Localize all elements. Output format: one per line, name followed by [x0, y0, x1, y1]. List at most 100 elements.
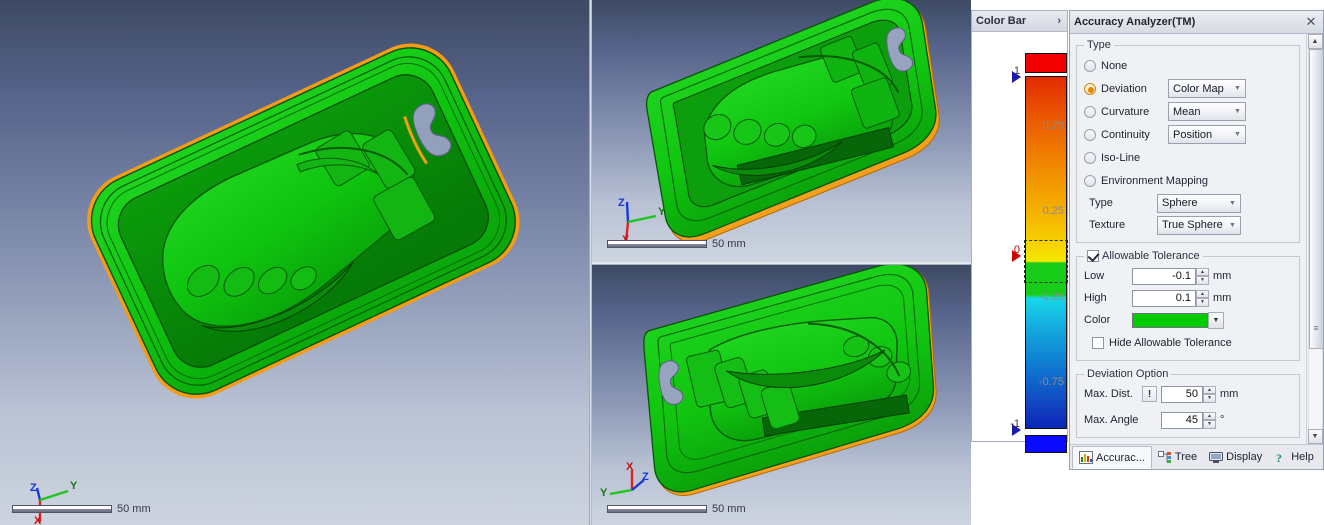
radio-environment-mapping-label: Environment Mapping [1101, 174, 1209, 187]
accuracy-analyzer-titlebar[interactable]: Accuracy Analyzer(TM) ✕ [1070, 11, 1323, 34]
max-dist-input[interactable]: 50 [1161, 385, 1203, 403]
radio-row-none[interactable]: None [1084, 54, 1292, 77]
tab-display[interactable]: Display [1203, 445, 1268, 469]
chevron-down-icon: ▼ [1234, 131, 1241, 138]
type-group-legend: Type [1087, 39, 1111, 51]
scale-bar-graphic [12, 505, 112, 513]
deviation-mode-value: Color Map [1173, 82, 1224, 95]
color-bar-tick-neg025: -0.25 [1038, 291, 1064, 303]
row-max-dist: Max. Dist. ! 50 ▲ ▼ mm [1084, 383, 1292, 405]
max-dist-stepper[interactable]: ▲ ▼ [1203, 385, 1216, 403]
texture-combo[interactable]: True Sphere ▼ [1157, 215, 1241, 235]
chevron-right-icon[interactable]: › [1055, 15, 1063, 27]
tolerance-high-value: 0.1 [1175, 292, 1191, 304]
color-bar-tick-neg1: -1 [1010, 418, 1020, 430]
radio-curvature-label: Curvature [1101, 105, 1150, 118]
radio-row-isoline[interactable]: Iso-Line [1084, 146, 1292, 169]
application-window: Z Y X 50 mm Z Y X 50 mm X Y Z 50 mm Colo… [0, 0, 1324, 525]
allowable-tolerance-label: Allowable Tolerance [1102, 250, 1200, 262]
tab-tree[interactable]: Tree [1152, 445, 1203, 469]
scale-bar-top-right: 50 mm [607, 238, 746, 250]
scrollbar-track[interactable]: ≡ [1307, 49, 1323, 429]
row-tolerance-color: Color ▼ [1084, 309, 1292, 331]
radio-continuity[interactable] [1084, 128, 1096, 141]
max-dist-unit: mm [1220, 388, 1239, 400]
model-3d-main [87, 43, 520, 399]
color-bar-over-range [1025, 53, 1067, 73]
radio-row-deviation[interactable]: Deviation Color Map ▼ [1084, 77, 1292, 100]
viewport-splitter-horizontal[interactable] [592, 262, 971, 265]
radio-environment-mapping[interactable] [1084, 174, 1096, 187]
radio-deviation[interactable] [1084, 82, 1096, 95]
tab-help[interactable]: ? Help [1268, 445, 1320, 469]
tab-tree-label: Tree [1174, 451, 1198, 463]
tolerance-low-value: -0.1 [1172, 270, 1191, 282]
continuity-mode-combo[interactable]: Position ▼ [1168, 125, 1246, 144]
sphere-type-combo[interactable]: Sphere ▼ [1157, 193, 1241, 213]
svg-text:Y: Y [658, 206, 666, 218]
color-bar-under-range [1025, 435, 1067, 453]
deviation-option-legend: Deviation Option [1087, 368, 1169, 380]
close-icon[interactable]: ✕ [1303, 14, 1319, 30]
scale-bar-main: 50 mm [12, 503, 151, 515]
tab-accuracy[interactable]: Accurac... [1072, 446, 1152, 469]
radio-isoline[interactable] [1084, 151, 1096, 164]
tolerance-color-dropdown[interactable]: ▼ [1208, 311, 1224, 329]
help-icon: ? [1274, 451, 1288, 465]
tolerance-color-label: Color [1084, 314, 1111, 326]
viewport-top-right[interactable]: Z Y X 50 mm [592, 0, 971, 262]
scale-bar-label: 50 mm [712, 503, 746, 515]
row-texture: Texture True Sphere ▼ [1084, 214, 1292, 236]
radio-isoline-label: Iso-Line [1101, 151, 1141, 164]
allowable-tolerance-checkbox[interactable] [1087, 250, 1099, 262]
monitor-icon [1209, 451, 1224, 464]
type-group: Type None Deviation Color Map ▼ Curvatur… [1076, 39, 1300, 243]
row-tolerance-low: Low -0.1 ▲ ▼ mm [1084, 265, 1292, 287]
panel-scrollbar[interactable]: ▲ ≡ ▼ [1306, 34, 1323, 444]
scroll-up-button[interactable]: ▲ [1307, 34, 1323, 49]
scrollbar-thumb[interactable] [1308, 49, 1323, 349]
scale-bar-label: 50 mm [712, 238, 746, 250]
tolerance-high-stepper[interactable]: ▲ ▼ [1196, 289, 1209, 307]
color-bar-titlebar: Color Bar › [972, 11, 1067, 32]
max-dist-warning-icon[interactable]: ! [1142, 386, 1157, 402]
accuracy-analyzer-dialog: Accuracy Analyzer(TM) ✕ Type None Deviat… [1069, 10, 1324, 470]
color-bar-title: Color Bar [976, 15, 1027, 27]
radio-deviation-label: Deviation [1101, 82, 1147, 95]
radio-row-curvature[interactable]: Curvature Mean ▼ [1084, 100, 1292, 123]
radio-none[interactable] [1084, 59, 1096, 72]
max-angle-label: Max. Angle [1084, 414, 1139, 426]
tolerance-color-swatch[interactable] [1132, 312, 1208, 328]
viewport-bottom-right[interactable]: X Y Z 50 mm [592, 265, 971, 525]
allowable-tolerance-group: Allowable Tolerance Low -0.1 ▲▼ mm High [1076, 250, 1300, 361]
tolerance-low-unit: mm [1213, 270, 1232, 282]
tolerance-low-stepper[interactable]: ▲ ▼ [1196, 267, 1209, 285]
color-bar-body[interactable]: 1 0.75 0.25 0 -0.25 -0.75 -1 [972, 32, 1068, 453]
viewport-main[interactable]: Z Y X 50 mm [0, 0, 589, 525]
radio-none-label: None [1101, 59, 1128, 72]
radio-curvature[interactable] [1084, 105, 1096, 118]
curvature-mode-combo[interactable]: Mean ▼ [1168, 102, 1246, 121]
scale-bar-graphic [607, 505, 707, 513]
axis-triad-main: Z Y X [20, 474, 90, 525]
panel-tab-strip: Accurac... Tree Display ? Help [1070, 444, 1323, 469]
tolerance-high-label: High [1084, 292, 1107, 304]
hide-allowable-tolerance-checkbox[interactable] [1092, 336, 1104, 349]
tolerance-low-input[interactable]: -0.1 [1132, 267, 1196, 285]
texture-label: Texture [1089, 219, 1126, 231]
max-angle-stepper[interactable]: ▲ ▼ [1203, 411, 1216, 429]
sphere-type-label: Type [1089, 197, 1113, 209]
radio-continuity-label: Continuity [1101, 128, 1150, 141]
sphere-type-value: Sphere [1162, 197, 1198, 209]
svg-text:X: X [626, 461, 634, 473]
tab-display-label: Display [1226, 451, 1263, 463]
radio-row-continuity[interactable]: Continuity Position ▼ [1084, 123, 1292, 146]
deviation-mode-combo[interactable]: Color Map ▼ [1168, 79, 1246, 98]
curvature-mode-value: Mean [1173, 105, 1201, 118]
max-angle-input[interactable]: 45 [1161, 411, 1203, 429]
scroll-down-button[interactable]: ▼ [1307, 429, 1323, 444]
tolerance-high-input[interactable]: 0.1 [1132, 289, 1196, 307]
row-hide-allowable-tolerance[interactable]: Hide Allowable Tolerance [1084, 331, 1292, 354]
radio-row-environment-mapping[interactable]: Environment Mapping [1084, 169, 1292, 192]
hide-allowable-tolerance-label: Hide Allowable Tolerance [1109, 336, 1232, 349]
